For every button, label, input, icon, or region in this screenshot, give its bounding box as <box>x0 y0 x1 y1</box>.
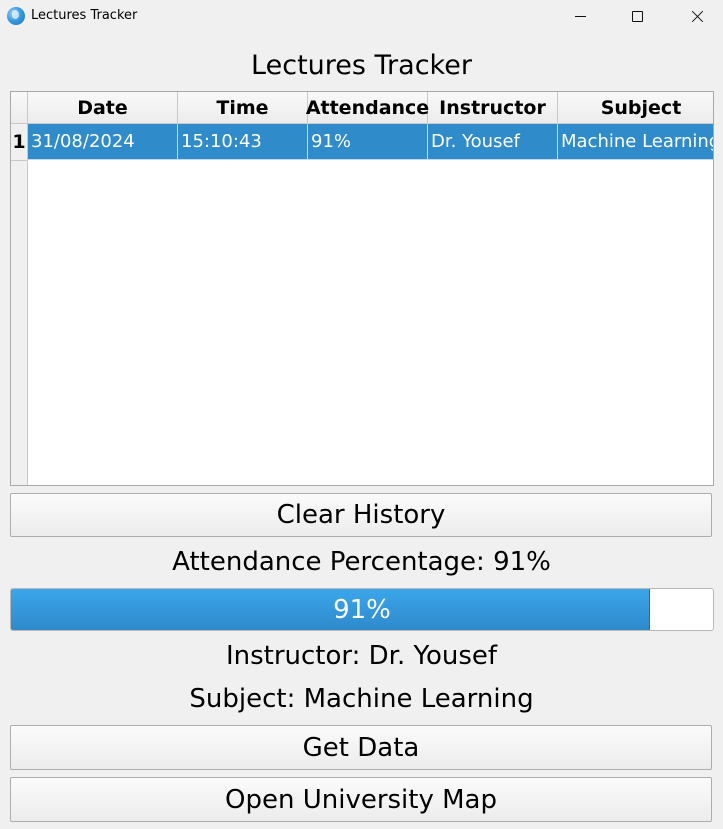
cell-subject[interactable]: Machine Learning <box>558 124 713 160</box>
maximize-button[interactable] <box>614 0 660 32</box>
maximize-icon <box>631 10 643 22</box>
cell-date[interactable]: 31/08/2024 <box>28 124 178 160</box>
column-header-instructor[interactable]: Instructor <box>428 92 558 123</box>
table-row[interactable]: 1 31/08/2024 15:10:43 91% Dr. Yousef Mac… <box>11 124 713 161</box>
column-header-time[interactable]: Time <box>178 92 308 123</box>
cell-instructor[interactable]: Dr. Yousef <box>428 124 558 160</box>
column-header-attendance[interactable]: Attendance <box>306 92 429 123</box>
title-bar: Lectures Tracker <box>0 0 723 34</box>
cell-time[interactable]: 15:10:43 <box>178 124 308 160</box>
get-data-button[interactable]: Get Data <box>10 725 712 770</box>
lectures-table[interactable]: Date Time Attendance Instructor Subject … <box>10 91 714 486</box>
attendance-progress-bar: 91% <box>10 588 714 631</box>
column-header-subject[interactable]: Subject <box>558 92 713 123</box>
clear-history-button[interactable]: Clear History <box>10 493 712 537</box>
page-title: Lectures Tracker <box>251 50 472 81</box>
window-title: Lectures Tracker <box>31 8 138 23</box>
table-corner-button[interactable] <box>11 92 28 124</box>
open-university-map-button[interactable]: Open University Map <box>10 777 712 822</box>
row-header[interactable]: 1 <box>11 124 28 161</box>
minimize-button[interactable] <box>557 0 603 32</box>
column-header-date[interactable]: Date <box>28 92 178 123</box>
subject-label: Subject: Machine Learning <box>189 684 534 714</box>
instructor-label: Instructor: Dr. Yousef <box>225 641 498 671</box>
attendance-percentage-label: Attendance Percentage: 91% <box>172 547 551 577</box>
table-header: Date Time Attendance Instructor Subject <box>28 92 713 124</box>
globe-icon <box>7 7 25 25</box>
progress-text: 91% <box>333 594 391 625</box>
cell-attendance[interactable]: 91% <box>308 124 428 160</box>
close-icon <box>691 10 704 23</box>
close-button[interactable] <box>674 0 720 32</box>
minimize-icon <box>574 15 586 17</box>
